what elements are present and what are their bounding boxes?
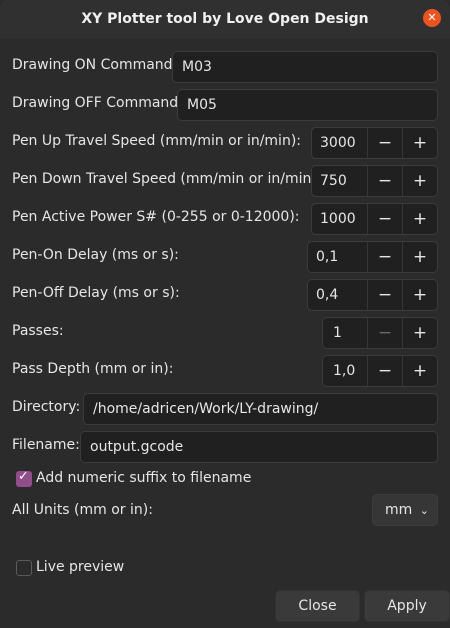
pen-down-speed-label: Pen Down Travel Speed (mm/min or in/min)… xyxy=(12,171,322,187)
pen-off-delay-value[interactable]: 0,4 xyxy=(308,280,367,310)
plotter-dialog: XY Plotter tool by Love Open Design ✕ Dr… xyxy=(0,0,450,628)
pen-power-row: Pen Active Power S# (0-255 or 0-12000): … xyxy=(0,203,450,235)
units-selected-value: mm xyxy=(385,502,413,518)
directory-label: Directory: xyxy=(12,399,81,415)
pen-on-delay-row: Pen-On Delay (ms or s): 0,1 − + xyxy=(0,241,450,273)
passes-label: Passes: xyxy=(12,323,64,339)
drawing-on-row: Drawing ON Command: M03 xyxy=(0,51,450,83)
pen-on-delay-label: Pen-On Delay (ms or s): xyxy=(12,247,179,263)
pen-on-delay-value[interactable]: 0,1 xyxy=(308,242,367,272)
pen-power-increment[interactable]: + xyxy=(402,204,437,234)
passes-row: Passes: 1 − + xyxy=(0,317,450,349)
pen-down-speed-row: Pen Down Travel Speed (mm/min or in/min)… xyxy=(0,165,450,197)
pen-off-delay-spinner: 0,4 − + xyxy=(307,279,438,311)
close-button[interactable]: Close xyxy=(275,590,360,622)
pass-depth-row: Pass Depth (mm or in): 1,0 − + xyxy=(0,355,450,387)
pen-down-speed-decrement[interactable]: − xyxy=(367,166,402,196)
pen-up-speed-label: Pen Up Travel Speed (mm/min or in/min): xyxy=(12,133,302,149)
pen-power-decrement[interactable]: − xyxy=(367,204,402,234)
pass-depth-increment[interactable]: + xyxy=(402,356,437,386)
pass-depth-spinner: 1,0 − + xyxy=(322,355,438,387)
pen-down-speed-increment[interactable]: + xyxy=(402,166,437,196)
window-title: XY Plotter tool by Love Open Design xyxy=(81,11,369,27)
directory-input[interactable]: /home/adricen/Work/LY-drawing/ xyxy=(83,393,438,425)
pen-up-speed-row: Pen Up Travel Speed (mm/min or in/min): … xyxy=(0,127,450,159)
filename-input[interactable]: output.gcode xyxy=(80,431,438,463)
pen-off-delay-row: Pen-Off Delay (ms or s): 0,4 − + xyxy=(0,279,450,311)
pass-depth-decrement[interactable]: − xyxy=(367,356,402,386)
pen-on-delay-decrement[interactable]: − xyxy=(367,242,402,272)
pen-down-speed-spinner: 750 − + xyxy=(311,165,438,197)
passes-decrement[interactable]: − xyxy=(367,318,402,348)
pen-up-speed-value[interactable]: 3000 xyxy=(312,128,367,158)
directory-row: Directory: /home/adricen/Work/LY-drawing… xyxy=(0,393,450,425)
pen-off-delay-decrement[interactable]: − xyxy=(367,280,402,310)
pen-down-speed-value[interactable]: 750 xyxy=(312,166,367,196)
passes-value[interactable]: 1 xyxy=(323,318,367,348)
pen-power-label: Pen Active Power S# (0-255 or 0-12000): xyxy=(12,209,300,225)
filename-label: Filename: xyxy=(12,437,80,453)
pen-on-delay-increment[interactable]: + xyxy=(402,242,437,272)
live-preview-label[interactable]: Live preview xyxy=(36,559,124,575)
drawing-off-input[interactable]: M05 xyxy=(177,89,438,121)
passes-increment[interactable]: + xyxy=(402,318,437,348)
pen-up-speed-decrement[interactable]: − xyxy=(367,128,402,158)
pen-off-delay-increment[interactable]: + xyxy=(402,280,437,310)
pen-off-delay-label: Pen-Off Delay (ms or s): xyxy=(12,285,180,301)
numeric-suffix-row: ✓ Add numeric suffix to filename xyxy=(0,469,450,489)
title-bar[interactable]: XY Plotter tool by Love Open Design ✕ xyxy=(0,0,450,38)
drawing-on-input[interactable]: M03 xyxy=(172,51,438,83)
pen-power-spinner: 1000 − + xyxy=(311,203,438,235)
passes-spinner: 1 − + xyxy=(322,317,438,349)
numeric-suffix-label[interactable]: Add numeric suffix to filename xyxy=(36,470,251,486)
checkmark-icon: ✓ xyxy=(18,469,29,484)
pass-depth-value[interactable]: 1,0 xyxy=(323,356,367,386)
pass-depth-label: Pass Depth (mm or in): xyxy=(12,361,174,377)
drawing-off-row: Drawing OFF Command: M05 xyxy=(0,89,450,121)
close-icon: ✕ xyxy=(427,11,437,24)
pen-up-speed-increment[interactable]: + xyxy=(402,128,437,158)
units-label: All Units (mm or in): xyxy=(12,502,153,518)
close-window-button[interactable]: ✕ xyxy=(423,9,441,27)
live-preview-checkbox[interactable] xyxy=(16,560,32,576)
drawing-on-label: Drawing ON Command: xyxy=(12,57,178,73)
pen-up-speed-spinner: 3000 − + xyxy=(311,127,438,159)
units-row: All Units (mm or in): mm ⌄ xyxy=(0,494,450,526)
chevron-down-icon: ⌄ xyxy=(419,503,429,517)
drawing-off-label: Drawing OFF Command: xyxy=(12,95,183,111)
units-dropdown[interactable]: mm ⌄ xyxy=(372,494,438,526)
apply-button[interactable]: Apply xyxy=(364,590,450,622)
live-preview-row: Live preview xyxy=(0,558,450,578)
pen-power-value[interactable]: 1000 xyxy=(312,204,367,234)
filename-row: Filename: output.gcode xyxy=(0,431,450,463)
pen-on-delay-spinner: 0,1 − + xyxy=(307,241,438,273)
numeric-suffix-checkbox[interactable]: ✓ xyxy=(16,469,32,487)
